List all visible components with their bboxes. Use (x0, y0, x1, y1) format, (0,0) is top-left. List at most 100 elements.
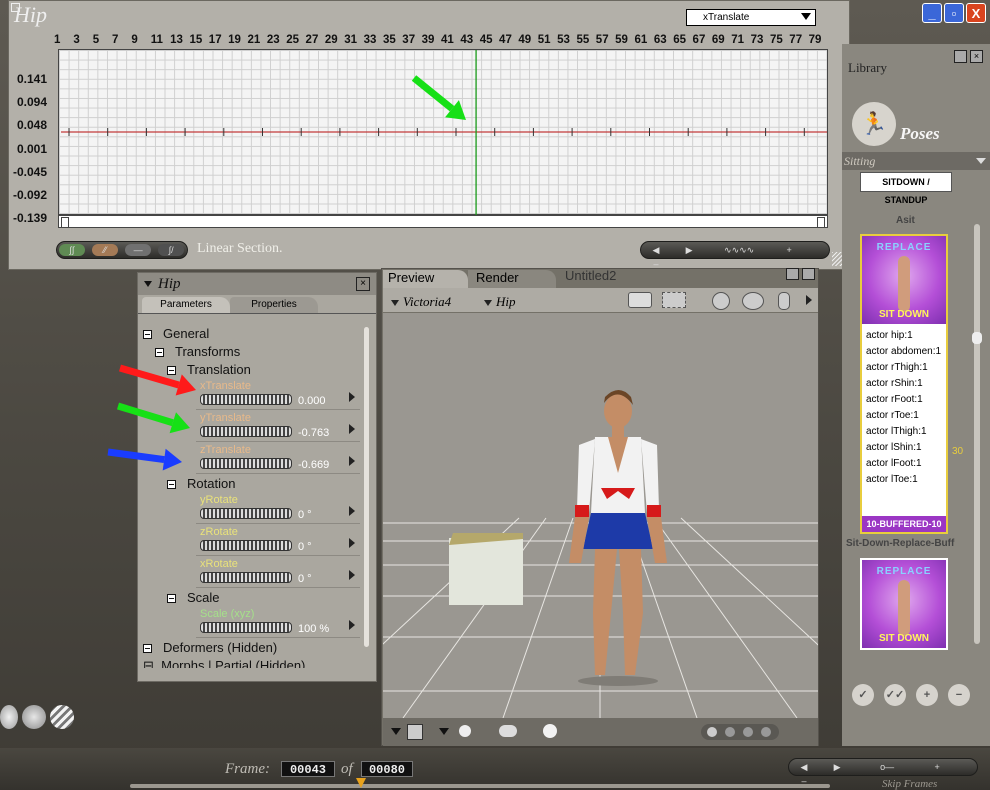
linear-section-button[interactable]: ⁄⁄ (92, 244, 119, 256)
apply-double-check-icon[interactable]: ✓✓ (884, 684, 906, 706)
lights-icon[interactable] (499, 725, 517, 737)
preview-close-icon[interactable] (802, 268, 815, 280)
library-close-icon[interactable]: × (970, 50, 983, 63)
category-label[interactable]: Poses (900, 124, 940, 144)
scrollbar-right-handle[interactable] (817, 217, 825, 228)
victoria4-figure[interactable] (569, 390, 667, 686)
rotation-toggle[interactable] (167, 480, 176, 489)
background-color-icon[interactable] (407, 724, 423, 740)
next-frame-button[interactable]: ▶ (824, 761, 850, 773)
actor-select[interactable]: Hip (484, 294, 516, 310)
param-value-2[interactable]: -0.669 (298, 459, 329, 471)
camera-icon[interactable] (628, 292, 652, 308)
deformers-toggle[interactable] (143, 644, 152, 653)
param-dial-1[interactable] (200, 426, 292, 437)
box-prop[interactable] (449, 538, 523, 605)
graph-area[interactable] (58, 49, 828, 216)
param-menu-arrow-icon[interactable] (349, 538, 355, 548)
morphs-group[interactable]: ⊟ Morphs | Partial (Hidden) (143, 658, 305, 668)
striped-sphere-icon[interactable] (50, 705, 74, 729)
grid-sphere-icon[interactable] (22, 705, 46, 729)
preview-options-icon[interactable] (786, 268, 799, 280)
rotate-trackball-icon[interactable] (712, 292, 730, 310)
translation-toggle[interactable] (167, 366, 176, 375)
general-group[interactable]: General (163, 326, 209, 341)
break-spline-button[interactable]: ∫/ (158, 244, 185, 256)
shadow-menu-icon[interactable] (439, 728, 449, 735)
skip-frames-label[interactable]: Skip Frames (882, 778, 937, 790)
param-dial-6[interactable] (200, 622, 292, 633)
param-menu-arrow-icon[interactable] (349, 392, 355, 402)
translation-group[interactable]: Translation (187, 362, 251, 377)
total-frames-field[interactable]: 00080 (361, 761, 413, 777)
play-sound-button[interactable]: ∿∿∿∿ (709, 244, 769, 256)
library-item-sit-down-replace-buff[interactable]: REPLACE SIT DOWN actor hip:1 actor abdome… (860, 234, 948, 534)
add-to-library-icon[interactable]: + (916, 684, 938, 706)
scale-toggle[interactable] (167, 594, 176, 603)
transforms-toggle[interactable] (155, 348, 164, 357)
param-menu-arrow-icon[interactable] (349, 456, 355, 466)
library-options-icon[interactable] (954, 50, 967, 63)
param-dial-4[interactable] (200, 540, 292, 551)
parameters-scrollbar[interactable] (364, 327, 369, 647)
collapse-triangle-icon[interactable] (144, 281, 152, 287)
param-value-0[interactable]: 0.000 (298, 395, 326, 407)
param-value-3[interactable]: 0 ° (298, 509, 312, 521)
display-style-menu-icon[interactable] (391, 728, 401, 735)
playhead-marker[interactable] (356, 778, 366, 788)
subfolder-bar[interactable]: Sitting (842, 152, 990, 170)
param-menu-arrow-icon[interactable] (349, 506, 355, 516)
current-frame-field[interactable]: 00043 (281, 761, 335, 777)
rotation-group[interactable]: Rotation (187, 476, 235, 491)
spline-section-button[interactable]: ∫∫ (59, 244, 85, 256)
param-menu-arrow-icon[interactable] (349, 424, 355, 434)
ground-shadow-icon[interactable] (459, 725, 471, 737)
scrollbar-left-handle[interactable] (61, 217, 69, 228)
panel-close-icon[interactable]: × (356, 277, 370, 291)
remove-keyframe-button[interactable]: – (791, 775, 817, 787)
keyframes-button[interactable]: o— (857, 761, 917, 773)
add-keyframe-button[interactable]: + (924, 761, 950, 773)
minimize-button[interactable]: _ (922, 3, 942, 23)
parameter-select[interactable]: xTranslate (686, 9, 816, 26)
figure-select[interactable]: Victoria4 (391, 294, 451, 310)
param-dial-2[interactable] (200, 458, 292, 469)
apply-check-icon[interactable]: ✓ (852, 684, 874, 706)
param-dial-5[interactable] (200, 572, 292, 583)
viewport-layout-selector[interactable] (701, 724, 779, 740)
hand-icon[interactable] (778, 292, 790, 310)
param-value-6[interactable]: 100 % (298, 623, 329, 635)
tab-untitled2[interactable]: Untitled2 (555, 268, 655, 286)
tab-properties[interactable]: Properties (230, 297, 318, 313)
move-xy-icon[interactable] (742, 292, 764, 310)
tab-parameters[interactable]: Parameters (142, 297, 230, 313)
deformers-group[interactable]: Deformers (Hidden) (163, 640, 277, 655)
tab-render[interactable]: Render (468, 270, 556, 288)
param-value-5[interactable]: 0 ° (298, 573, 312, 585)
preview-menu-arrow-icon[interactable] (806, 295, 812, 305)
param-dial-0[interactable] (200, 394, 292, 405)
select-camera-icon[interactable] (662, 292, 686, 308)
param-dial-3[interactable] (200, 508, 292, 519)
scrollbar-thumb[interactable] (972, 332, 982, 344)
param-value-1[interactable]: -0.763 (298, 427, 329, 439)
library-scrollbar[interactable] (972, 224, 982, 644)
restore-button[interactable]: ▫ (944, 3, 964, 23)
next-key-button[interactable]: ▶ (676, 244, 702, 256)
graph-scrollbar[interactable] (58, 215, 828, 228)
memory-dot-icon[interactable] (0, 705, 18, 729)
poses-category-icon[interactable]: 🏃 (852, 102, 896, 146)
timeline-scrubber[interactable] (130, 784, 830, 788)
previous-key-button[interactable]: ◀ (643, 244, 669, 256)
library-item-sitdown-standup[interactable]: SITDOWN / STANDUP (860, 172, 952, 205)
prev-frame-button[interactable]: ◀ (791, 761, 817, 773)
transforms-group[interactable]: Transforms (175, 344, 240, 359)
scale-group[interactable]: Scale (187, 590, 220, 605)
param-menu-arrow-icon[interactable] (349, 620, 355, 630)
param-menu-arrow-icon[interactable] (349, 570, 355, 580)
tab-preview[interactable]: Preview (383, 270, 468, 288)
close-button[interactable]: X (966, 3, 986, 23)
3d-viewport[interactable] (302, 313, 898, 719)
general-toggle[interactable] (143, 330, 152, 339)
remove-from-library-icon[interactable]: − (948, 684, 970, 706)
